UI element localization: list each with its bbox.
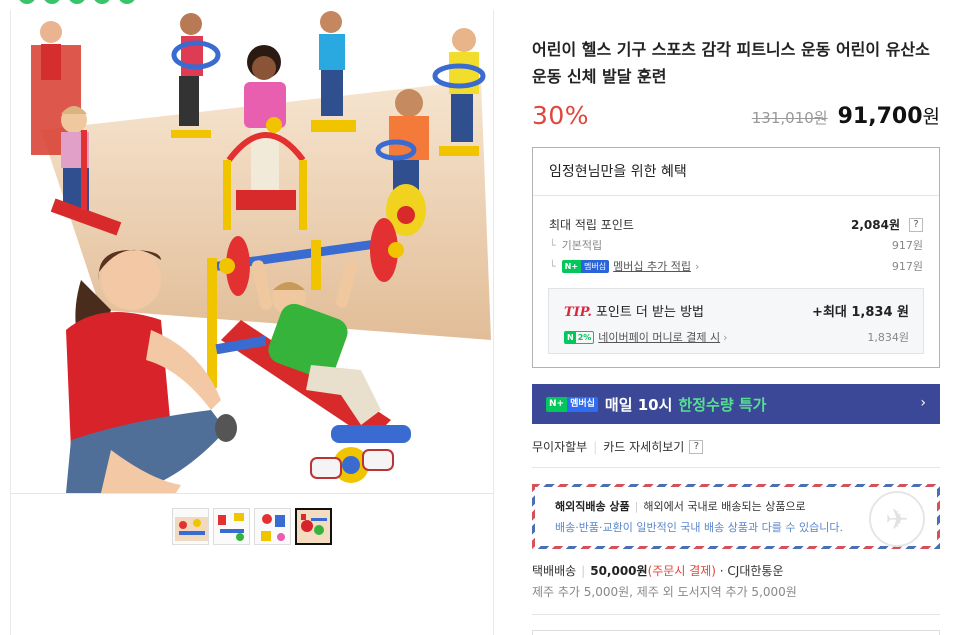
chevron-right-icon: › <box>694 259 700 273</box>
basic-points-label: 기본적립 <box>561 239 603 252</box>
shipping-info: 택배배송 | 50,000원(주문시 결제) · CJ대한통운 <box>532 564 784 578</box>
product-page: 어린이 헬스 기구 스포츠 감각 피트니스 운동 어린이 유산소 운동 신체 발… <box>0 0 976 635</box>
overseas-desc: 해외에서 국내로 배송되는 상품으로 <box>643 500 806 513</box>
benefit-header: 임정현님만을 위한 혜택 <box>533 148 939 196</box>
thumbnail-1[interactable] <box>172 508 209 545</box>
max-points-value: 2,084원 <box>851 218 900 232</box>
thumbnail-3[interactable] <box>254 508 291 545</box>
shipping-extra-fee: 제주 추가 5,000원, 제주 외 도서지역 추가 5,000원 <box>532 585 797 599</box>
main-product-image[interactable] <box>11 10 493 493</box>
help-icon[interactable]: ? <box>689 439 704 454</box>
product-photo <box>31 11 491 493</box>
basic-points-value: 917원 <box>891 239 923 252</box>
installment-link[interactable]: 무이자할부 <box>532 438 587 455</box>
card-links: 무이자할부 | 카드 자세히보기 ? <box>532 438 704 455</box>
thumbnail-4[interactable] <box>295 508 332 545</box>
naver-plus-membership-badge: N+ 멤버십 <box>546 396 598 412</box>
daily-deal-banner[interactable]: N+ 멤버십 매일 10시 한정수량 특가 › <box>532 384 940 424</box>
product-title: 어린이 헬스 기구 스포츠 감각 피트니스 운동 어린이 유산소 운동 신체 발… <box>532 40 930 86</box>
original-price: 131,010원 <box>751 109 828 127</box>
membership-points-value: 917원 <box>891 260 923 273</box>
tip-max-points: +최대 1,834 원 <box>812 305 909 320</box>
naver-pay-money-link[interactable]: 네이버페이 머니로 결제 시 <box>598 329 720 345</box>
shipping-carrier: · CJ대한통운 <box>719 564 784 578</box>
banner-text: 매일 10시 <box>604 395 673 414</box>
tip-box: TIP. 포인트 더 받는 방법 +최대 1,834 원 N 2% 네이버페이 머니… <box>548 288 924 354</box>
max-points-label: 최대 적립 포인트 <box>549 218 634 232</box>
shipping-fee-note: (주문시 결제) <box>647 564 716 578</box>
help-icon[interactable]: ? <box>909 217 923 232</box>
chevron-right-icon: › <box>723 330 728 344</box>
tree-branch-icon: └ <box>549 259 556 273</box>
membership-points-row: └ N+ 멤버십 멤버십 추가 적립 › 917원 <box>549 258 923 274</box>
chevron-right-icon: › <box>920 395 926 411</box>
next-section-box <box>532 630 940 635</box>
top-green-dots <box>18 0 136 4</box>
overseas-label: 해외직배송 상품 <box>555 500 630 513</box>
airplane-stamp-icon: ✈ <box>869 491 925 547</box>
price-box: 131,010원 91,700원 <box>752 102 940 129</box>
shipping-method: 택배배송 <box>532 564 577 578</box>
shipping-fee: 50,000원 <box>590 564 648 578</box>
tip-label: TIP. <box>564 305 592 320</box>
naver-pay-badge: N 2% <box>564 330 595 344</box>
divider <box>532 467 940 468</box>
banner-highlight: 한정수량 특가 <box>678 395 767 414</box>
overseas-shipping-notice: 해외직배송 상품 | 해외에서 국내로 배송되는 상품으로 배송·반품·교환이 일반… <box>532 484 940 549</box>
thumbnail-2[interactable] <box>213 508 250 545</box>
divider <box>532 614 940 615</box>
tip-text: 포인트 더 받는 방법 <box>595 305 704 320</box>
thumbnail-strip <box>172 508 332 545</box>
image-gallery <box>10 10 494 635</box>
max-points-row: 최대 적립 포인트 2,084원? <box>549 216 923 233</box>
sale-price: 91,700원 <box>837 104 940 129</box>
benefit-box: 임정현님만을 위한 혜택 최대 적립 포인트 2,084원? └ 기본적립 917… <box>532 147 940 368</box>
basic-points-row: └ 기본적립 917원 <box>549 237 923 253</box>
discount-rate: 30% <box>532 101 590 130</box>
naver-plus-membership-badge: N+ 멤버십 <box>561 259 610 273</box>
naver-pay-points-value: 1,834원 <box>867 331 909 344</box>
membership-points-link[interactable]: 멤버십 추가 적립 <box>613 258 691 274</box>
tree-branch-icon: └ <box>549 238 556 252</box>
card-detail-link[interactable]: 카드 자세히보기 <box>603 438 684 455</box>
